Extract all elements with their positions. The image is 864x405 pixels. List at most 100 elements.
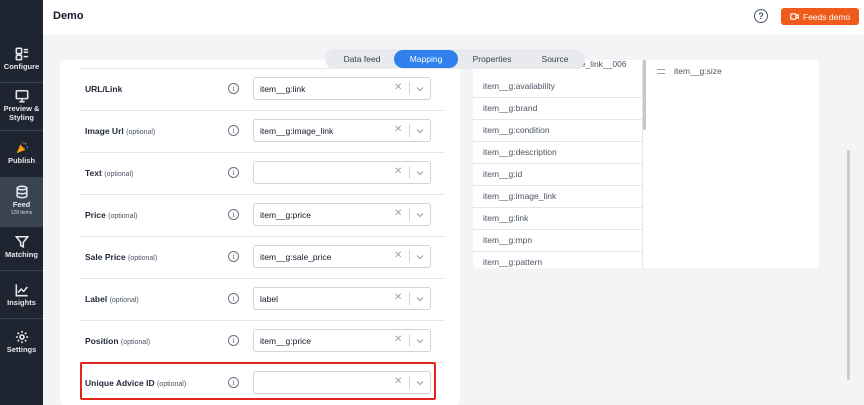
chevron-down-icon[interactable] [415, 168, 425, 178]
field-select[interactable]: label ✕ [253, 287, 431, 310]
page-title: Demo [53, 10, 84, 22]
list-item[interactable]: item__g:pattern [473, 252, 642, 268]
info-icon[interactable]: i [228, 125, 239, 136]
chevron-down-icon[interactable] [415, 294, 425, 304]
sidebar-item-preview[interactable]: Preview & Styling [0, 89, 43, 122]
list-item[interactable]: item__g:condition [473, 120, 642, 142]
configure-icon [15, 47, 28, 61]
target-field[interactable]: item__g:size [657, 66, 722, 76]
select-separator [409, 250, 410, 263]
list-item[interactable]: item__g:description [473, 142, 642, 164]
select-value: item__g:link [260, 84, 306, 94]
chevron-down-icon[interactable] [415, 252, 425, 262]
sidebar-item-label: Matching [5, 250, 38, 259]
list-scrollbar[interactable] [643, 60, 646, 130]
sidebar-item-settings[interactable]: Settings [0, 330, 43, 355]
sidebar-item-publish[interactable]: Publish [0, 141, 43, 166]
list-item[interactable]: item__g:mpn [473, 230, 642, 252]
filter-icon [14, 235, 29, 249]
clear-icon[interactable]: ✕ [394, 82, 402, 93]
monitor-icon [15, 89, 28, 103]
clear-icon[interactable]: ✕ [394, 124, 402, 135]
source-field-list: ge_link__006 item__g:availability item__… [473, 60, 643, 268]
info-icon[interactable]: i [228, 293, 239, 304]
source-fields-panel: ge_link__006 item__g:availability item__… [473, 60, 819, 268]
select-value: label [260, 294, 278, 304]
list-item[interactable]: item__g:link [473, 208, 642, 230]
top-header: Demo ? Feeds demo [43, 0, 864, 35]
chart-icon [15, 284, 28, 297]
info-icon[interactable]: i [228, 83, 239, 94]
chevron-down-icon[interactable] [415, 336, 425, 346]
mapping-label: Text (optional) [85, 168, 134, 178]
sidebar-item-label: Publish [7, 156, 36, 165]
clear-icon[interactable]: ✕ [394, 334, 402, 345]
mapping-label: URL/Link [85, 84, 123, 94]
mapping-row-url: URL/Link i item__g:link ✕ [79, 68, 445, 110]
view-tabs: Data feed Mapping Properties Source [325, 49, 585, 69]
select-value: item__g:price [260, 210, 312, 220]
sidebar-item-insights[interactable]: Insights [0, 283, 43, 308]
help-icon[interactable]: ? [754, 9, 768, 23]
select-separator [409, 334, 410, 347]
divider [0, 82, 43, 83]
tab-properties[interactable]: Properties [459, 50, 525, 68]
divider [0, 226, 43, 227]
info-icon[interactable]: i [228, 209, 239, 220]
sidebar: Configure Preview & Styling Publish Feed… [0, 0, 43, 405]
mapping-row-text: Text (optional) i ✕ [79, 152, 445, 194]
select-value: item__g:price [260, 336, 312, 346]
gear-icon [15, 330, 28, 344]
mapping-label: Sale Price (optional) [85, 252, 158, 262]
sidebar-item-label: Settings [6, 345, 37, 354]
clear-icon[interactable]: ✕ [394, 166, 402, 177]
field-select[interactable]: item__g:price ✕ [253, 329, 431, 352]
tab-source[interactable]: Source [525, 50, 585, 68]
mapping-row-position: Position (optional) i item__g:price ✕ [79, 320, 445, 362]
chevron-down-icon[interactable] [415, 126, 425, 136]
video-icon [790, 13, 799, 20]
list-item[interactable]: item__g:id [473, 164, 642, 186]
tab-mapping[interactable]: Mapping [394, 50, 458, 68]
field-select[interactable]: item__g:sale_price ✕ [253, 245, 431, 268]
list-item[interactable]: item__g:brand [473, 98, 642, 120]
field-select[interactable]: ✕ [253, 161, 431, 184]
sidebar-item-label: Configure [3, 62, 40, 71]
select-value: item__g:image_link [260, 126, 334, 136]
sidebar-item-matching[interactable]: Matching [0, 235, 43, 260]
mapping-row-image-url: Image Url (optional) i item__g:image_lin… [79, 110, 445, 152]
clear-icon[interactable]: ✕ [394, 292, 402, 303]
mapping-label: Image Url (optional) [85, 126, 156, 136]
field-select[interactable]: item__g:link ✕ [253, 77, 431, 100]
divider [0, 318, 43, 319]
info-icon[interactable]: i [228, 335, 239, 346]
clear-icon[interactable]: ✕ [394, 250, 402, 261]
chevron-down-icon[interactable] [415, 84, 425, 94]
mapping-panel: URL/Link i item__g:link ✕ Image Url (opt… [60, 60, 460, 405]
drag-handle-icon[interactable] [657, 68, 665, 74]
mapping-row-sale-price: Sale Price (optional) i item__g:sale_pri… [79, 236, 445, 278]
feeds-demo-label: Feeds demo [802, 11, 851, 22]
tab-data-feed[interactable]: Data feed [329, 50, 395, 68]
field-select[interactable]: item__g:image_link ✕ [253, 119, 431, 142]
field-select[interactable]: item__g:price ✕ [253, 203, 431, 226]
chevron-down-icon[interactable] [415, 210, 425, 220]
page-scrollbar[interactable] [847, 150, 850, 380]
mapping-row-price: Price (optional) i item__g:price ✕ [79, 194, 445, 236]
mapping-label: Label (optional) [85, 294, 139, 304]
list-item[interactable]: item__g:availability [473, 76, 642, 98]
divider [0, 130, 43, 131]
select-separator [409, 82, 410, 95]
select-separator [409, 124, 410, 137]
list-item[interactable]: item__g:image_link [473, 186, 642, 208]
sidebar-item-label: Insights [7, 298, 36, 307]
info-icon[interactable]: i [228, 167, 239, 178]
database-icon [15, 185, 28, 199]
feeds-demo-button[interactable]: Feeds demo [781, 8, 859, 25]
mapping-label: Price (optional) [85, 210, 138, 220]
sidebar-item-feed[interactable]: Feed 128 items [0, 178, 43, 226]
clear-icon[interactable]: ✕ [394, 208, 402, 219]
sidebar-item-configure[interactable]: Configure [0, 47, 43, 72]
select-separator [409, 166, 410, 179]
info-icon[interactable]: i [228, 251, 239, 262]
